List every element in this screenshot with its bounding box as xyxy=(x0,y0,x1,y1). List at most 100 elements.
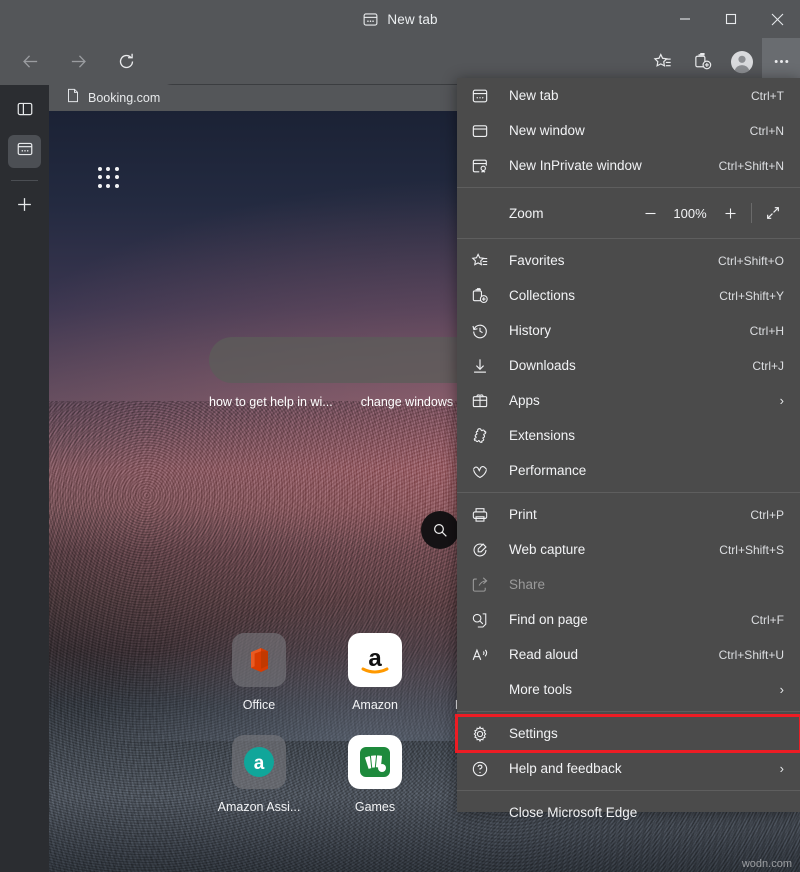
menu-item-shortcut: Ctrl+Shift+N xyxy=(718,158,784,173)
menu-item-shortcut: Ctrl+T xyxy=(751,88,784,103)
menu-item-extensions[interactable]: Extensions xyxy=(457,418,800,453)
menu-item-find-on-page[interactable]: Find on page Ctrl+F xyxy=(457,602,800,637)
title-bar: New tab xyxy=(0,0,800,38)
zoom-label: Zoom xyxy=(509,205,544,221)
new-window-icon xyxy=(471,121,497,141)
gear-icon xyxy=(471,724,497,744)
menu-item-label: Print xyxy=(509,507,537,522)
shortcut-label: Games xyxy=(354,800,396,814)
menu-item-label: Collections xyxy=(509,288,576,303)
menu-item-downloads[interactable]: Downloads Ctrl+J xyxy=(457,348,800,383)
maximize-icon[interactable] xyxy=(708,0,754,38)
menu-item-close-microsoft-edge[interactable]: Close Microsoft Edge xyxy=(457,795,800,830)
vertical-tab-sidebar xyxy=(0,85,49,872)
zoom-value: 100% xyxy=(673,205,707,221)
favorites-icon[interactable] xyxy=(642,42,682,82)
menu-item-label: Share xyxy=(509,577,546,592)
new-tab-icon xyxy=(362,11,379,28)
shortcut-tile-amazon[interactable]: a Amazon xyxy=(317,633,433,735)
svg-text:a: a xyxy=(254,753,265,774)
page-icon xyxy=(66,88,80,108)
chevron-right-icon: › xyxy=(779,761,784,776)
menu-item-read-aloud[interactable]: Read aloud Ctrl+Shift+U xyxy=(457,637,800,672)
menu-item-shortcut: Ctrl+H xyxy=(749,323,784,338)
menu-item-settings[interactable]: Settings xyxy=(455,714,800,753)
collections-icon xyxy=(471,286,497,306)
amazon-icon: a xyxy=(348,633,402,687)
forward-arrow-icon[interactable] xyxy=(58,42,98,82)
zoom-in-button[interactable] xyxy=(713,198,747,228)
suggestion-chip-1[interactable]: change windows xyxy=(361,395,453,409)
menu-item-help-and-feedback[interactable]: Help and feedback › xyxy=(457,751,800,786)
shortcut-tile-amazon-assistant[interactable]: a Amazon Assi... xyxy=(201,735,317,837)
favorites-bar-item-label[interactable]: Booking.com xyxy=(88,91,160,105)
menu-item-label: Settings xyxy=(509,726,558,741)
close-icon[interactable] xyxy=(754,0,800,38)
tab-strip[interactable]: New tab xyxy=(362,11,438,28)
zoom-separator xyxy=(751,203,752,223)
menu-item-label: Performance xyxy=(509,463,587,478)
menu-item-share: Share xyxy=(457,567,800,602)
menu-item-new-tab[interactable]: New tab Ctrl+T xyxy=(457,78,800,113)
menu-item-shortcut: Ctrl+Shift+U xyxy=(718,647,784,662)
menu-item-apps[interactable]: Apps › xyxy=(457,383,800,418)
menu-item-favorites[interactable]: Favorites Ctrl+Shift+O xyxy=(457,243,800,278)
sidebar-item-browser-essentials[interactable] xyxy=(8,95,41,128)
history-icon xyxy=(471,321,497,341)
news-search-badge[interactable] xyxy=(421,511,459,549)
shortcut-label: Office xyxy=(242,698,276,712)
back-arrow-icon[interactable] xyxy=(10,42,50,82)
refresh-icon[interactable] xyxy=(106,42,146,82)
collections-icon[interactable] xyxy=(682,42,722,82)
menu-item-collections[interactable]: Collections Ctrl+Shift+Y xyxy=(457,278,800,313)
menu-item-shortcut: Ctrl+Shift+S xyxy=(719,542,784,557)
sidebar-item-add-tab[interactable] xyxy=(8,190,41,223)
menu-item-label: More tools xyxy=(509,682,573,697)
menu-item-label: Apps xyxy=(509,393,540,408)
menu-item-new-window[interactable]: New window Ctrl+N xyxy=(457,113,800,148)
menu-item-history[interactable]: History Ctrl+H xyxy=(457,313,800,348)
games-icon xyxy=(348,735,402,789)
shortcut-label: Amazon xyxy=(352,698,398,712)
menu-item-shortcut: Ctrl+N xyxy=(749,123,784,138)
suggestion-chip-0[interactable]: how to get help in wi... xyxy=(209,395,333,409)
menu-item-web-capture[interactable]: Web capture Ctrl+Shift+S xyxy=(457,532,800,567)
menu-item-shortcut: Ctrl+Shift+O xyxy=(717,253,784,268)
menu-item-label: Help and feedback xyxy=(509,761,622,776)
menu-item-shortcut: Ctrl+Shift+Y xyxy=(719,288,784,303)
web-capture-icon xyxy=(471,540,497,560)
menu-item-more-tools[interactable]: More tools › xyxy=(457,672,800,707)
fullscreen-icon[interactable] xyxy=(756,198,790,228)
menu-item-label: Web capture xyxy=(509,542,586,557)
panel-icon xyxy=(16,100,34,123)
downloads-icon xyxy=(471,356,497,376)
app-launcher-icon[interactable] xyxy=(98,167,120,189)
shortcut-tile-games[interactable]: Games xyxy=(317,735,433,837)
menu-item-performance[interactable]: Performance xyxy=(457,453,800,488)
sidebar-item-tab-actions[interactable] xyxy=(8,135,41,168)
menu-item-shortcut: Ctrl+F xyxy=(751,612,784,627)
menu-item-label: Close Microsoft Edge xyxy=(509,805,638,820)
menu-item-label: Downloads xyxy=(509,358,576,373)
menu-divider xyxy=(457,711,800,712)
zoom-out-button[interactable] xyxy=(633,198,667,228)
chevron-right-icon: › xyxy=(779,682,784,697)
minimize-icon[interactable] xyxy=(662,0,708,38)
read-aloud-icon xyxy=(471,645,497,665)
menu-item-label: New InPrivate window xyxy=(509,158,642,173)
menu-item-label: Find on page xyxy=(509,612,588,627)
menu-item-new-inprivate-window[interactable]: New InPrivate window Ctrl+Shift+N xyxy=(457,148,800,183)
menu-item-label: New window xyxy=(509,123,585,138)
tab-list-icon xyxy=(16,140,34,163)
chevron-right-icon: › xyxy=(779,393,784,408)
tab-title: New tab xyxy=(387,11,438,27)
menu-item-label: Favorites xyxy=(509,253,565,268)
menu-item-print[interactable]: Print Ctrl+P xyxy=(457,497,800,532)
print-icon xyxy=(471,505,497,525)
edge-settings-menu: New tab Ctrl+T New window Ctrl+N New InP… xyxy=(455,78,800,820)
amazon-assistant-icon: a xyxy=(232,735,286,789)
performance-icon xyxy=(471,461,497,481)
shortcut-tile-office[interactable]: Office xyxy=(201,633,317,735)
window-controls xyxy=(662,0,800,38)
profile-avatar-icon[interactable] xyxy=(722,42,762,82)
